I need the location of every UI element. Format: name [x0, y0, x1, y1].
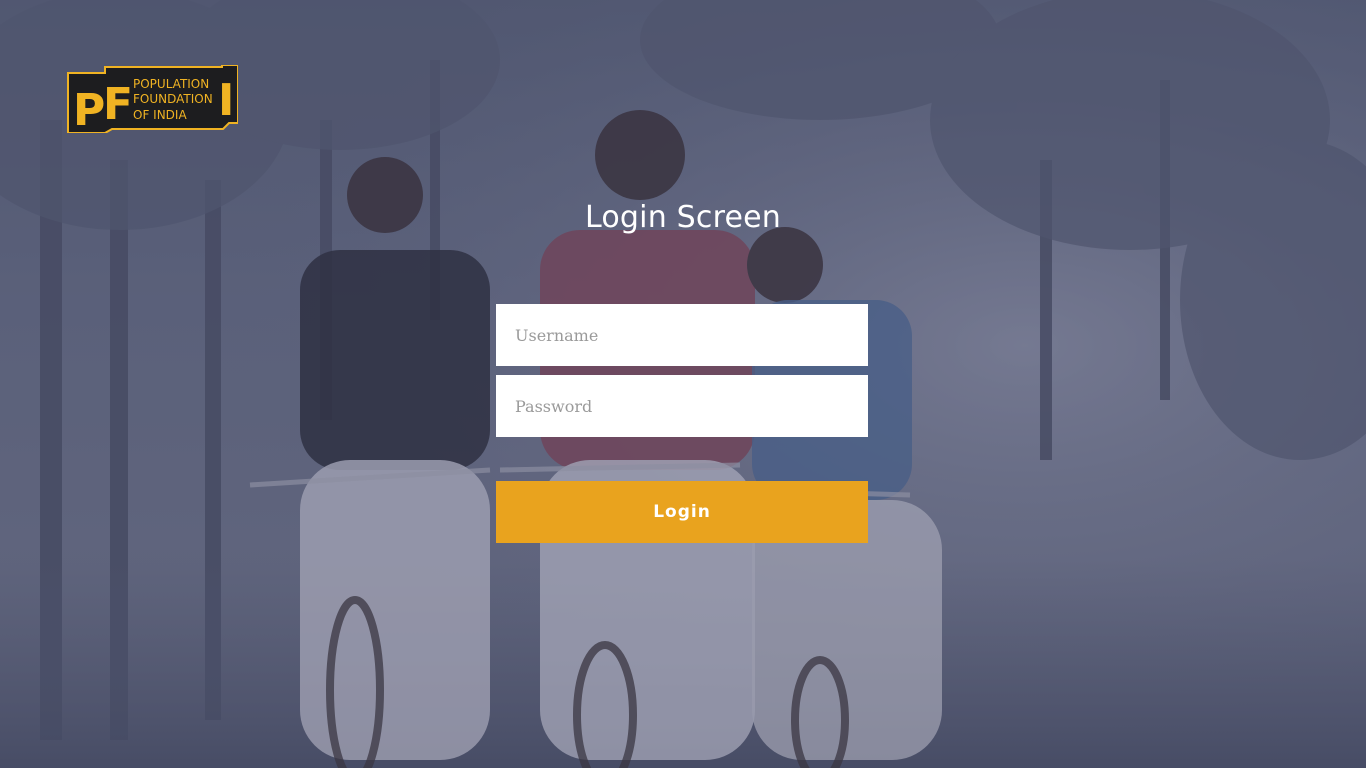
logo-line-1: POPULATION: [133, 77, 209, 91]
logo-letter-i: I: [218, 75, 234, 126]
login-form: Login: [496, 304, 868, 543]
logo-letter-p: P: [73, 85, 105, 133]
password-field[interactable]: [496, 375, 868, 437]
page-title: Login Screen: [584, 200, 781, 235]
logo-line-2: FOUNDATION: [133, 92, 213, 106]
logo-line-3: OF INDIA: [133, 108, 187, 122]
pfi-logo: P F POPULATION FOUNDATION OF INDIA I: [67, 65, 238, 133]
login-button[interactable]: Login: [496, 481, 868, 543]
login-page: P F POPULATION FOUNDATION OF INDIA I Log…: [0, 0, 1366, 768]
logo-letter-f: F: [103, 79, 133, 130]
username-field[interactable]: [496, 304, 868, 366]
